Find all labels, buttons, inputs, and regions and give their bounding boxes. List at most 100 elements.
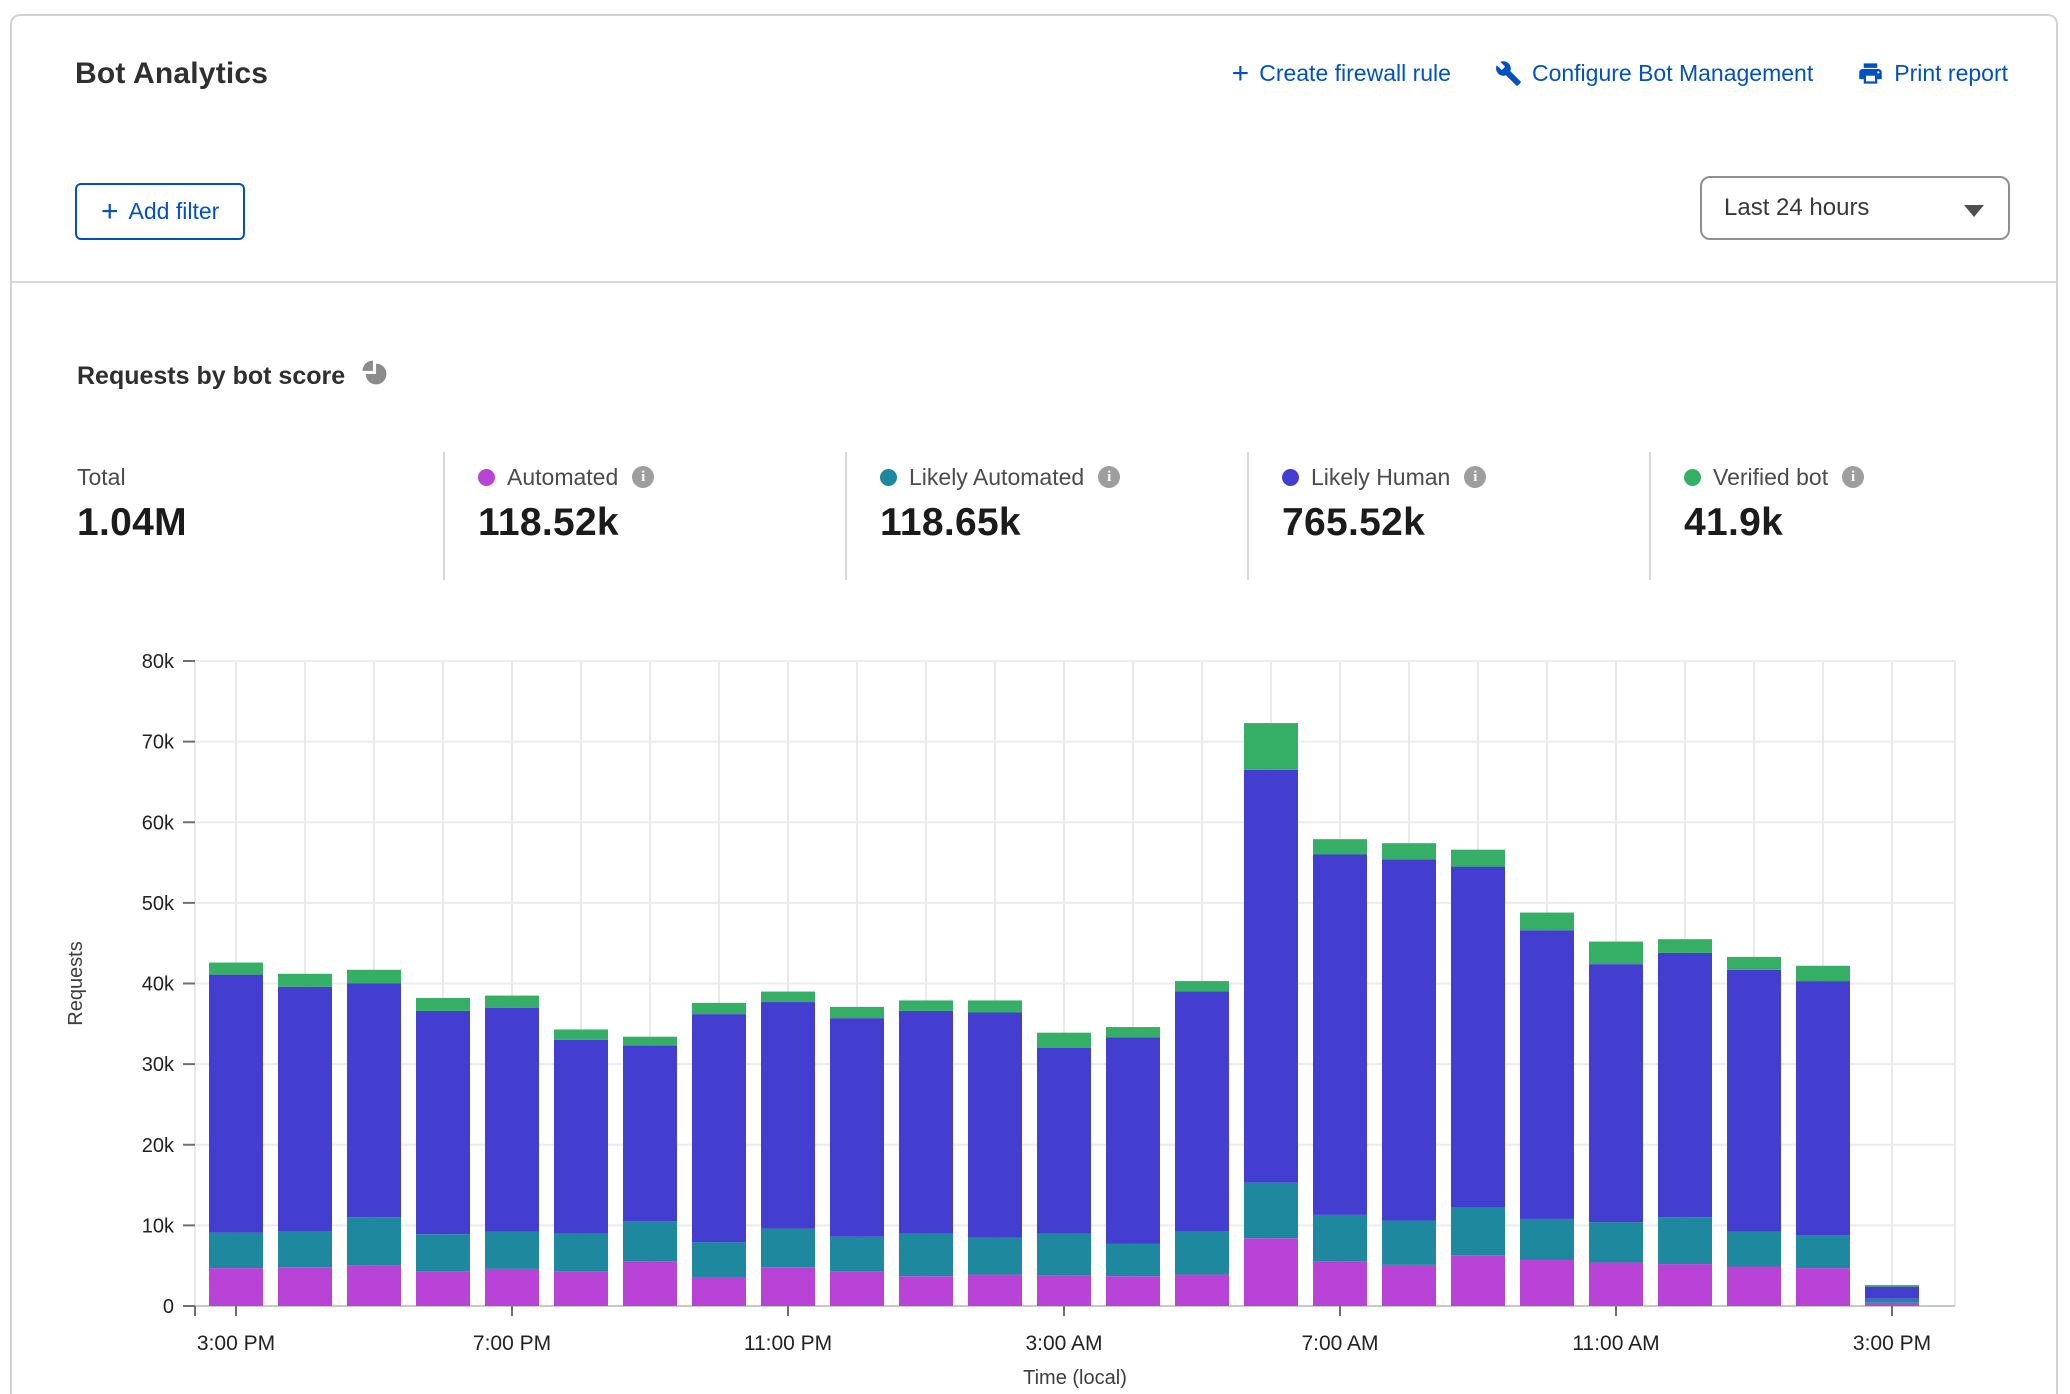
bar-segment[interactable] [485,996,539,1008]
bar-segment[interactable] [623,1221,677,1261]
info-icon[interactable]: i [1098,466,1120,488]
bar-segment[interactable] [692,1277,746,1306]
bar-segment[interactable] [968,1000,1022,1012]
bar-segment[interactable] [1175,981,1229,991]
bar-segment[interactable] [1106,1027,1160,1037]
info-icon[interactable]: i [1842,466,1864,488]
bar-segment[interactable] [1382,1221,1436,1265]
bar-segment[interactable] [1106,1244,1160,1276]
bar-segment[interactable] [1106,1276,1160,1306]
bar-segment[interactable] [1589,1222,1643,1262]
add-filter-button[interactable]: + Add filter [75,183,245,240]
bar-segment[interactable] [1451,850,1505,867]
info-icon[interactable]: i [1464,466,1486,488]
bar-segment[interactable] [1520,930,1574,1219]
bar-segment[interactable] [1451,1208,1505,1256]
bar-segment[interactable] [899,1233,953,1276]
bar-segment[interactable] [209,1233,263,1268]
bar-segment[interactable] [1727,1232,1781,1267]
bar-segment[interactable] [1865,1303,1919,1306]
bar-segment[interactable] [1037,1048,1091,1233]
bar-segment[interactable] [485,1269,539,1306]
configure-bot-management-link[interactable]: Configure Bot Management [1495,60,1813,87]
bar-segment[interactable] [1175,1275,1229,1306]
bar-segment[interactable] [278,1231,332,1267]
bar-segment[interactable] [1313,855,1367,1215]
bar-segment[interactable] [1796,1235,1850,1268]
bar-segment[interactable] [278,987,332,1231]
bar-segment[interactable] [347,1217,401,1265]
bar-segment[interactable] [278,974,332,987]
bar-segment[interactable] [209,1268,263,1306]
bar-segment[interactable] [1796,981,1850,1235]
bar-segment[interactable] [1037,1233,1091,1275]
bar-segment[interactable] [416,998,470,1011]
bar-segment[interactable] [761,1267,815,1306]
bar-segment[interactable] [1727,970,1781,1232]
bar-segment[interactable] [1589,964,1643,1222]
bar-segment[interactable] [1589,1262,1643,1306]
bar-segment[interactable] [554,1271,608,1306]
bar-segment[interactable] [554,1233,608,1271]
bar-segment[interactable] [899,1011,953,1234]
bar-segment[interactable] [830,1018,884,1236]
bar-segment[interactable] [968,1237,1022,1274]
time-range-dropdown[interactable]: Last 24 hours [1700,176,2010,240]
bar-segment[interactable] [347,1266,401,1306]
bar-segment[interactable] [899,1000,953,1010]
bar-segment[interactable] [554,1040,608,1234]
bar-segment[interactable] [1244,770,1298,1183]
bar-segment[interactable] [1658,939,1712,953]
bar-segment[interactable] [1382,843,1436,859]
bar-segment[interactable] [209,975,263,1233]
bar-segment[interactable] [1865,1287,1919,1299]
bar-segment[interactable] [1106,1038,1160,1244]
bar-segment[interactable] [1520,1219,1574,1260]
bar-segment[interactable] [347,984,401,1218]
bar-segment[interactable] [278,1267,332,1306]
bar-segment[interactable] [761,1002,815,1229]
bar-segment[interactable] [899,1276,953,1306]
bar-segment[interactable] [1589,942,1643,965]
bar-segment[interactable] [1313,1215,1367,1262]
bar-segment[interactable] [1244,1183,1298,1239]
bar-segment[interactable] [1037,1275,1091,1306]
bar-segment[interactable] [623,1262,677,1306]
bar-segment[interactable] [830,1007,884,1018]
bar-segment[interactable] [1520,1260,1574,1306]
bar-segment[interactable] [1451,1255,1505,1306]
bar-segment[interactable] [209,963,263,975]
bar-segment[interactable] [416,1234,470,1271]
bar-segment[interactable] [485,1008,539,1232]
bar-segment[interactable] [692,1014,746,1242]
bar-segment[interactable] [623,1046,677,1222]
bar-segment[interactable] [830,1237,884,1272]
bar-segment[interactable] [1658,1217,1712,1264]
bar-segment[interactable] [1382,859,1436,1220]
bar-segment[interactable] [761,992,815,1002]
bar-segment[interactable] [1175,992,1229,1231]
bar-segment[interactable] [416,1271,470,1306]
bar-segment[interactable] [1037,1033,1091,1048]
bar-segment[interactable] [692,1003,746,1014]
bar-segment[interactable] [1658,953,1712,1217]
bar-segment[interactable] [1865,1285,1919,1287]
bar-segment[interactable] [347,970,401,984]
bar-segment[interactable] [1313,1262,1367,1306]
bar-segment[interactable] [1244,1238,1298,1306]
bar-segment[interactable] [761,1229,815,1268]
bar-segment[interactable] [968,1275,1022,1306]
bar-segment[interactable] [692,1242,746,1277]
bar-segment[interactable] [485,1232,539,1269]
bar-segment[interactable] [1727,957,1781,970]
bar-segment[interactable] [1727,1266,1781,1306]
bar-segment[interactable] [554,1029,608,1039]
bar-segment[interactable] [830,1271,884,1306]
bar-segment[interactable] [1520,913,1574,931]
bar-segment[interactable] [416,1011,470,1234]
bot-score-chart[interactable]: 010k20k30k40k50k60k70k80k3:00 PM7:00 PM1… [0,600,2070,1394]
bar-segment[interactable] [1313,839,1367,854]
bar-segment[interactable] [1865,1299,1919,1303]
print-report-link[interactable]: Print report [1857,60,2008,87]
info-icon[interactable]: i [632,466,654,488]
